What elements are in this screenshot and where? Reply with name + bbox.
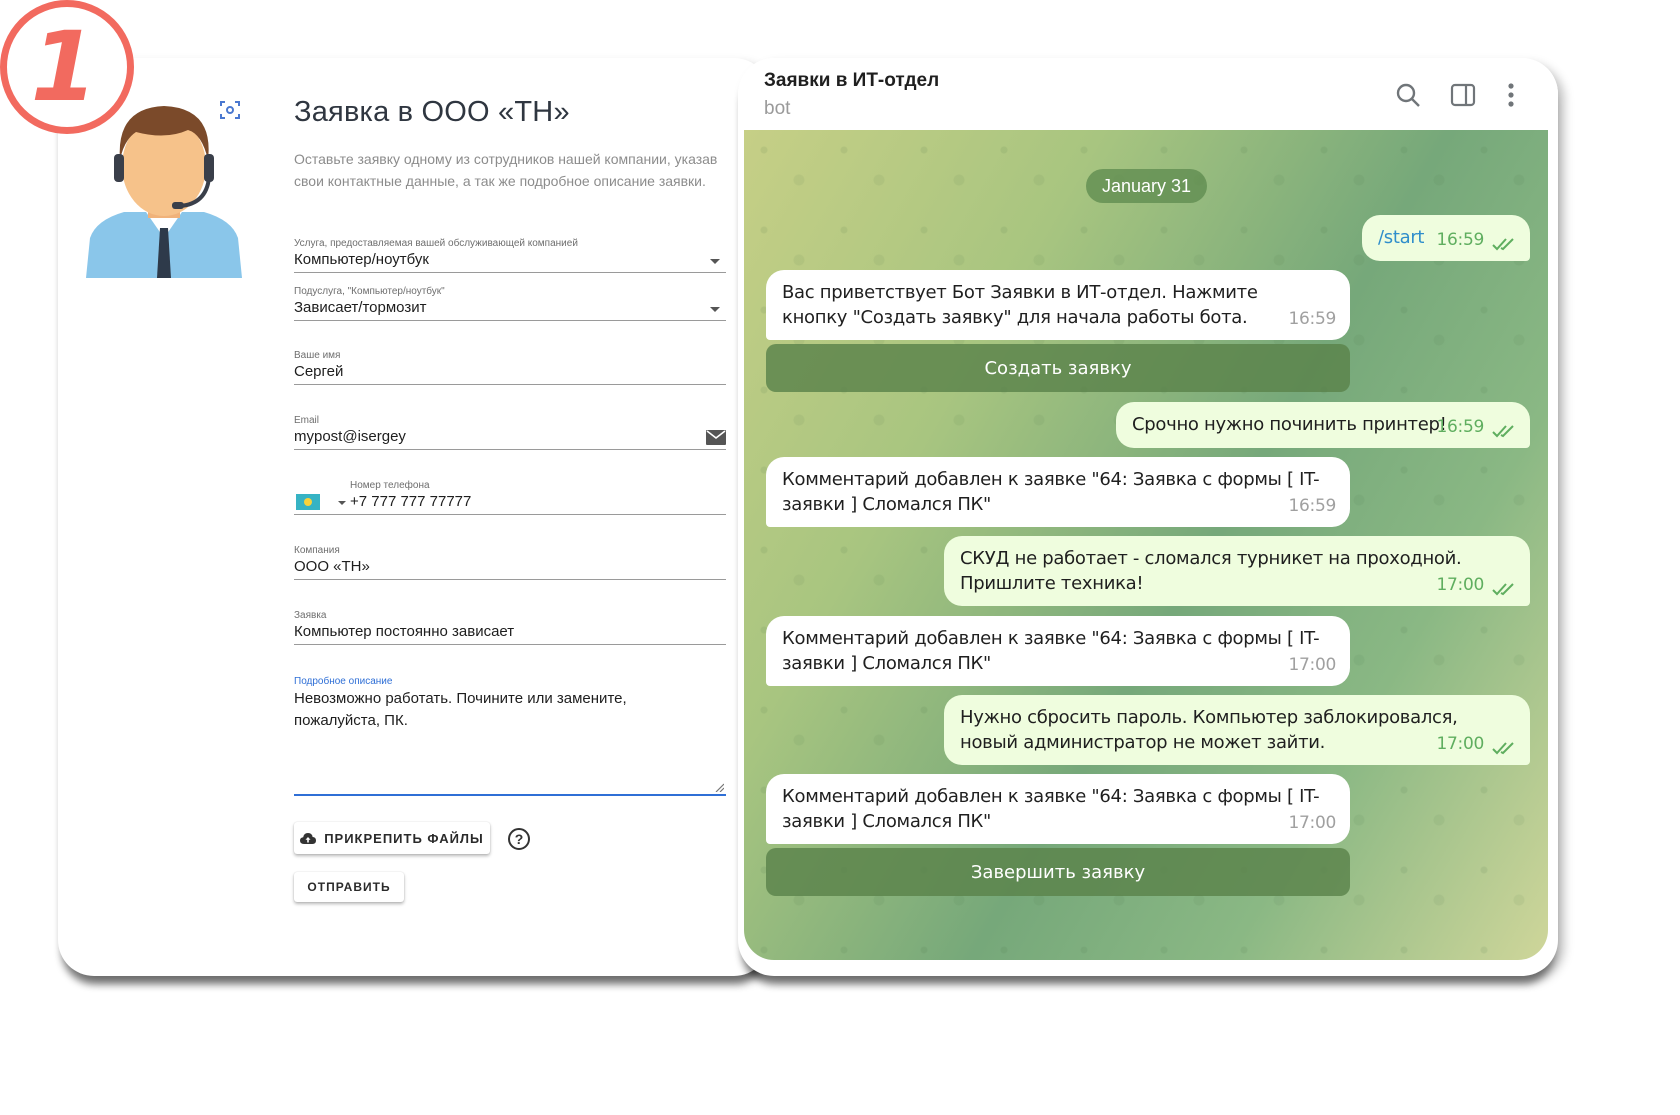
message-time: 16:59 bbox=[1436, 417, 1485, 437]
chat-subtitle: bot bbox=[764, 98, 791, 119]
message-time: 17:00 bbox=[1288, 655, 1337, 675]
chat-area[interactable]: January 31 /start 16:59 Вас приветствует… bbox=[744, 130, 1548, 960]
phone-field[interactable]: Номер телефона +7 777 777 77777 bbox=[294, 480, 726, 515]
incoming-message[interactable]: Вас приветствует Бот Заявки в ИТ-отдел. … bbox=[766, 270, 1350, 340]
message-text: Вас приветствует Бот Заявки в ИТ-отдел. … bbox=[782, 282, 1258, 328]
chevron-down-icon[interactable] bbox=[710, 307, 720, 312]
message-text: Комментарий добавлен к заявке "64: Заявк… bbox=[782, 786, 1320, 832]
chevron-down-icon[interactable] bbox=[710, 259, 720, 264]
sidebar-toggle-icon[interactable] bbox=[1450, 82, 1476, 108]
subservice-select[interactable]: Подуслуга, "Компьютер/ноутбук" Зависает/… bbox=[294, 286, 726, 321]
message-text: Комментарий добавлен к заявке "64: Заявк… bbox=[782, 628, 1320, 674]
country-flag-icon[interactable] bbox=[296, 494, 320, 510]
name-field[interactable]: Ваше имя Сергей bbox=[294, 350, 726, 385]
outgoing-message[interactable]: СКУД не работает - сломался турникет на … bbox=[944, 536, 1530, 606]
outgoing-message[interactable]: Нужно сбросить пароль. Компьютер заблоки… bbox=[944, 695, 1530, 765]
read-checkmarks-icon bbox=[1492, 742, 1514, 755]
create-request-button[interactable]: Создать заявку bbox=[766, 344, 1350, 392]
help-icon[interactable]: ? bbox=[508, 828, 530, 850]
request-field[interactable]: Заявка Компьютер постоянно зависает bbox=[294, 610, 726, 645]
date-separator: January 31 bbox=[1086, 169, 1208, 203]
name-value: Сергей bbox=[294, 363, 344, 380]
message-text: СКУД не работает - сломался турникет на … bbox=[960, 548, 1462, 594]
message-time: 17:00 bbox=[1288, 813, 1337, 833]
face-scan-icon[interactable] bbox=[218, 98, 242, 122]
more-options-icon[interactable] bbox=[1498, 82, 1524, 108]
read-checkmarks-icon bbox=[1492, 238, 1514, 251]
message-time: 16:59 bbox=[1288, 496, 1337, 516]
message-time: 17:00 bbox=[1436, 575, 1485, 595]
form-title: Заявка в ООО «ТН» bbox=[294, 96, 570, 128]
company-value: ООО «ТН» bbox=[294, 558, 370, 575]
phone-label: Номер телефона bbox=[350, 480, 430, 491]
request-label: Заявка bbox=[294, 610, 327, 621]
company-label: Компания bbox=[294, 545, 340, 556]
step-number: 1 bbox=[30, 11, 98, 123]
cloud-upload-icon bbox=[300, 833, 317, 844]
service-select[interactable]: Услуга, предоставляемая вашей обслуживаю… bbox=[294, 238, 726, 273]
incoming-message[interactable]: Комментарий добавлен к заявке "64: Заявк… bbox=[766, 616, 1350, 686]
subservice-label: Подуслуга, "Компьютер/ноутбук" bbox=[294, 286, 445, 297]
chat-header: Заявки в ИТ-отдел bot bbox=[738, 58, 1558, 128]
email-field[interactable]: Email mypost@isergey bbox=[294, 415, 726, 450]
chevron-down-icon[interactable] bbox=[338, 501, 346, 505]
message-time: 17:00 bbox=[1436, 734, 1485, 754]
incoming-message[interactable]: Комментарий добавлен к заявке "64: Заявк… bbox=[766, 457, 1350, 527]
attach-files-button[interactable]: ПРИКРЕПИТЬ ФАЙЛЫ bbox=[294, 822, 490, 854]
submit-label: ОТПРАВИТЬ bbox=[307, 880, 391, 894]
read-checkmarks-icon bbox=[1492, 425, 1514, 438]
mail-icon bbox=[706, 430, 726, 445]
resize-grip-icon[interactable] bbox=[714, 782, 724, 792]
details-label: Подробное описание bbox=[294, 676, 393, 687]
email-value: mypost@isergey bbox=[294, 428, 406, 445]
message-time: 16:59 bbox=[1288, 309, 1337, 329]
finish-request-button[interactable]: Завершить заявку bbox=[766, 848, 1350, 896]
request-form-card: Заявка в ООО «ТН» Оставьте заявку одному… bbox=[58, 58, 770, 976]
phone-value: +7 777 777 77777 bbox=[350, 493, 472, 510]
outgoing-message[interactable]: /start 16:59 bbox=[1362, 215, 1530, 261]
name-label: Ваше имя bbox=[294, 350, 341, 361]
service-value: Компьютер/ноутбук bbox=[294, 251, 429, 268]
company-field[interactable]: Компания ООО «ТН» bbox=[294, 545, 726, 580]
submit-button[interactable]: ОТПРАВИТЬ bbox=[294, 872, 404, 902]
service-label: Услуга, предоставляемая вашей обслуживаю… bbox=[294, 238, 578, 249]
subservice-value: Зависает/тормозит bbox=[294, 299, 427, 316]
details-value: Невозможно работать. Почините или замени… bbox=[294, 690, 627, 729]
chat-title[interactable]: Заявки в ИТ-отдел bbox=[764, 70, 939, 92]
request-value: Компьютер постоянно зависает bbox=[294, 623, 515, 640]
message-text: Нужно сбросить пароль. Компьютер заблоки… bbox=[960, 707, 1458, 753]
telegram-chat-card: Заявки в ИТ-отдел bot January 31 /start … bbox=[738, 58, 1558, 976]
form-description: Оставьте заявку одному из сотрудников на… bbox=[294, 151, 718, 189]
attach-files-label: ПРИКРЕПИТЬ ФАЙЛЫ bbox=[324, 830, 484, 846]
outgoing-message[interactable]: Срочно нужно починить принтер! 16:59 bbox=[1116, 402, 1530, 448]
message-time: 16:59 bbox=[1436, 230, 1485, 250]
incoming-message[interactable]: Комментарий добавлен к заявке "64: Заявк… bbox=[766, 774, 1350, 844]
search-icon[interactable] bbox=[1395, 82, 1421, 108]
read-checkmarks-icon bbox=[1492, 583, 1514, 596]
details-textarea[interactable]: Подробное описание Невозможно работать. … bbox=[294, 676, 726, 796]
message-text: Комментарий добавлен к заявке "64: Заявк… bbox=[782, 469, 1320, 515]
step-number-badge: 1 bbox=[0, 0, 134, 134]
email-label: Email bbox=[294, 415, 320, 426]
